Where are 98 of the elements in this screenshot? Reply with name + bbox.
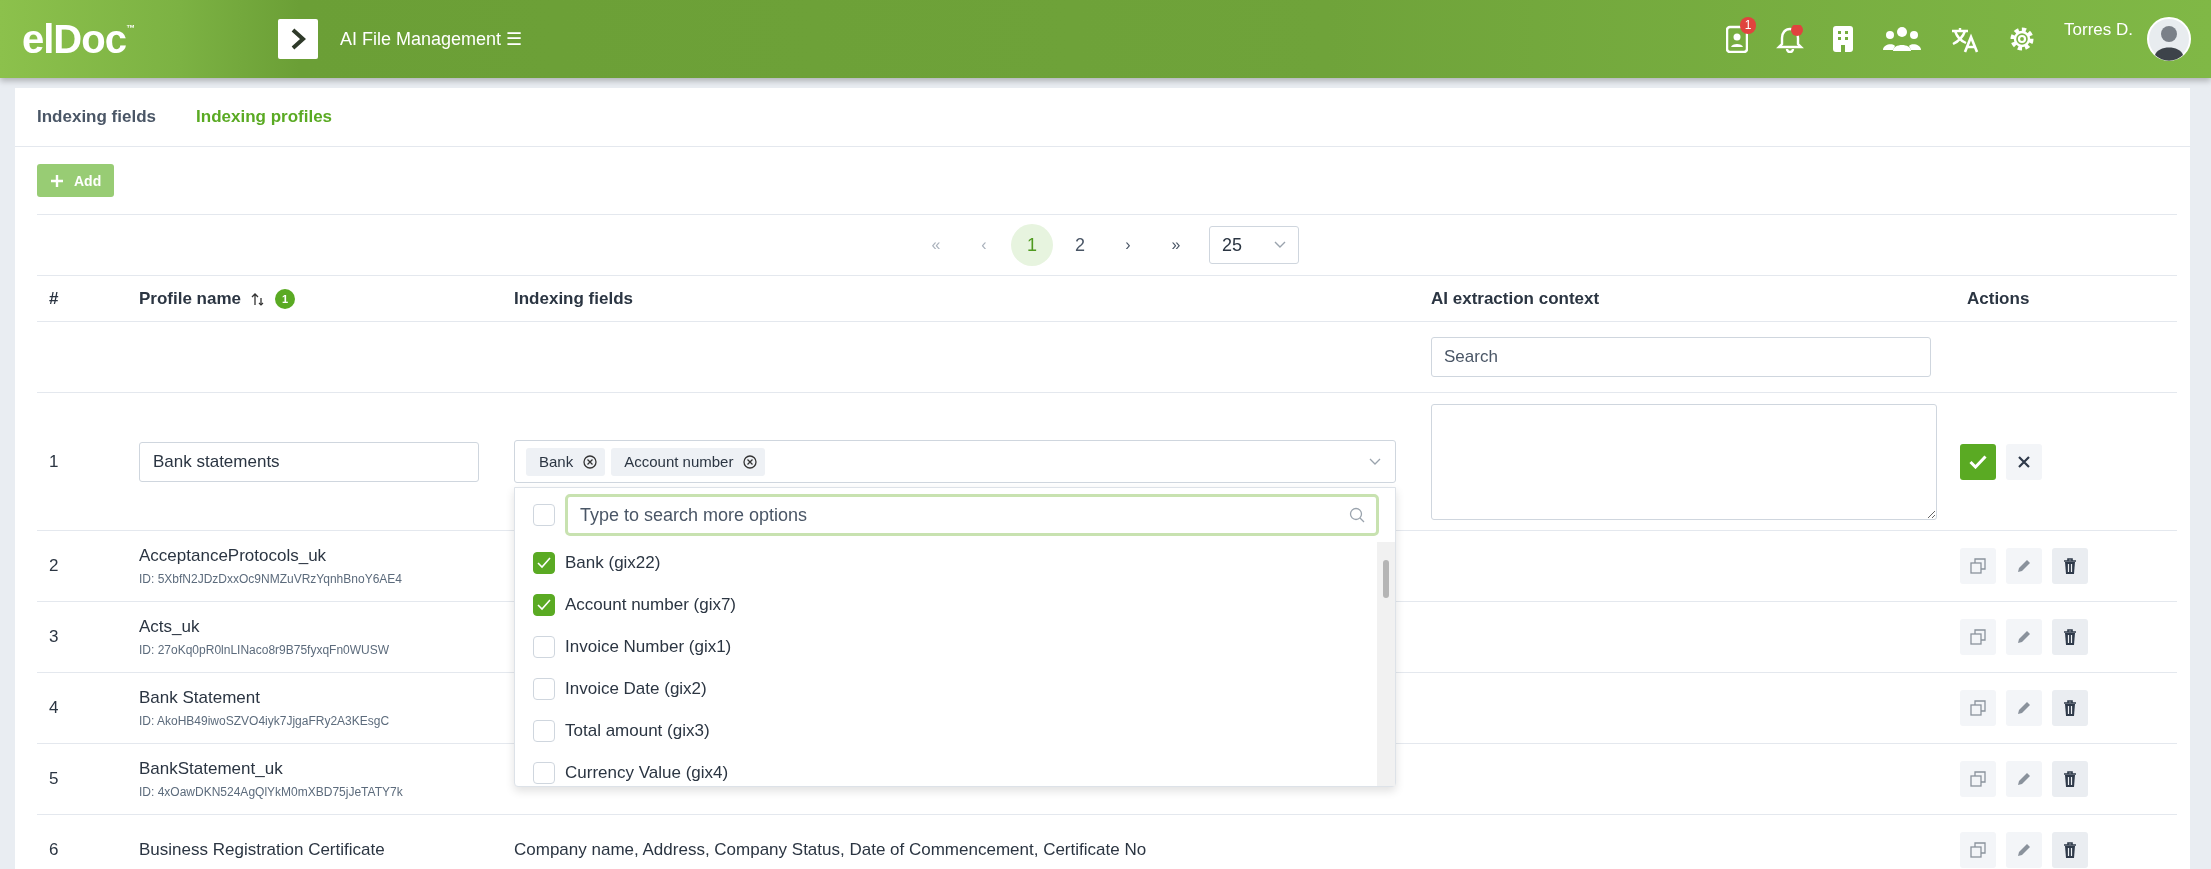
page-size-select[interactable]: 25	[1209, 226, 1299, 264]
confirm-button[interactable]	[1960, 443, 1996, 480]
people-icon[interactable]	[1882, 25, 1923, 53]
row-number: 1	[49, 451, 59, 472]
avatar-icon[interactable]	[2147, 17, 2191, 61]
option-checkbox[interactable]	[533, 678, 555, 700]
copy-icon	[1970, 771, 1986, 787]
option-label[interactable]: Total amount (gix3)	[565, 721, 710, 741]
check-icon	[537, 557, 551, 569]
duplicate-button[interactable]	[1960, 548, 1996, 584]
profile-name: Acts_uk	[139, 617, 200, 637]
edit-button[interactable]	[2006, 548, 2042, 584]
translate-icon[interactable]	[1950, 25, 1981, 53]
sort-icon[interactable]	[251, 291, 266, 306]
column-header[interactable]: Profile name	[139, 288, 242, 309]
profile-name-field[interactable]: Bank statements	[139, 441, 479, 482]
scrollbar[interactable]	[1377, 542, 1395, 786]
next-page-link[interactable]: ›	[1107, 224, 1149, 266]
duplicate-button[interactable]	[1960, 832, 1996, 868]
copy-icon	[1970, 700, 1986, 716]
option-checkbox[interactable]	[533, 552, 555, 574]
trash-icon	[2063, 629, 2077, 645]
option-label[interactable]: Invoice Number (gix1)	[565, 637, 732, 657]
duplicate-button[interactable]	[1960, 619, 1996, 655]
edit-button[interactable]	[2006, 761, 2042, 797]
indexing-fields-text: Company name, Address, Company Status, Date of Commencement, Certificate No	[514, 840, 1147, 860]
select-all-checkbox[interactable]	[533, 504, 555, 526]
tab[interactable]: Indexing fields	[37, 107, 157, 127]
remove-icon[interactable]	[583, 454, 598, 469]
trash-icon	[2063, 558, 2077, 574]
delete-button[interactable]	[2052, 761, 2088, 797]
trash-icon	[2063, 700, 2077, 716]
copy-icon	[1970, 558, 1986, 574]
edit-button[interactable]	[2006, 690, 2042, 726]
sort-order-badge: 1	[275, 288, 296, 309]
sidebar-toggle-button[interactable]	[278, 19, 318, 59]
row-number: 4	[49, 698, 59, 718]
profile-name: Business Registration Certificate	[139, 840, 385, 860]
profile-id: ID: 4xOawDKN524AgQlYkM0mXBD75jJeTATY7k	[139, 785, 403, 799]
row-number: 6	[49, 840, 59, 860]
check-icon	[537, 599, 551, 611]
search-icon	[1349, 507, 1365, 523]
option-label[interactable]: Account number (gix7)	[565, 595, 737, 615]
delete-button[interactable]	[2052, 832, 2088, 868]
row-number: 2	[49, 556, 59, 576]
pencil-icon	[2016, 558, 2032, 574]
profile-name: AcceptanceProtocols_uk	[139, 546, 327, 566]
field-tag: Bank	[526, 447, 606, 476]
copy-icon	[1970, 842, 1986, 858]
option-checkbox[interactable]	[533, 762, 555, 784]
option-checkbox[interactable]	[533, 594, 555, 616]
profile-id: ID: AkoHB49iwoSZVO4iyk7JjgaFRy2A3KEsgC	[139, 714, 390, 728]
trash-icon	[2063, 842, 2077, 858]
edit-button[interactable]	[2006, 619, 2042, 655]
chevron-down-icon	[1274, 241, 1286, 249]
pencil-icon	[2016, 842, 2032, 858]
search-field[interactable]: Search	[1431, 337, 1931, 377]
duplicate-button[interactable]	[1960, 761, 1996, 797]
remove-icon[interactable]	[743, 454, 758, 469]
row-number: 5	[49, 769, 59, 789]
option-checkbox[interactable]	[533, 720, 555, 742]
delete-button[interactable]	[2052, 548, 2088, 584]
option-label[interactable]: Currency Value (gix4)	[565, 763, 729, 783]
delete-button[interactable]	[2052, 619, 2088, 655]
trash-icon	[2063, 771, 2077, 787]
column-header: AI extraction context	[1431, 288, 1600, 309]
row-number: 3	[49, 627, 59, 647]
option-search-field[interactable]: Type to search more options	[565, 494, 1379, 536]
option-label[interactable]: Bank (gix22)	[565, 553, 661, 573]
bell-icon[interactable]	[1776, 25, 1805, 53]
cancel-button[interactable]	[2006, 443, 2042, 480]
copy-icon	[1970, 629, 1986, 645]
indexing-fields-select[interactable]: Bank Account number	[514, 440, 1396, 483]
profile-name: BankStatement_uk	[139, 759, 283, 779]
notification-badge: 1	[1740, 17, 1757, 34]
option-checkbox[interactable]	[533, 636, 555, 658]
option-label[interactable]: Invoice Date (gix2)	[565, 679, 707, 699]
context-field[interactable]	[1431, 403, 1937, 520]
chevron-down-icon	[1369, 457, 1381, 466]
building-icon[interactable]	[1832, 25, 1855, 53]
close-icon	[2017, 454, 2031, 469]
column-header: #	[49, 288, 59, 309]
duplicate-button[interactable]	[1960, 690, 1996, 726]
last-page-link[interactable]: »	[1155, 224, 1197, 266]
pencil-icon	[2016, 700, 2032, 716]
pencil-icon	[2016, 771, 2032, 787]
profile-name: Bank Statement	[139, 688, 260, 708]
column-header: Actions	[1967, 288, 2030, 309]
delete-button[interactable]	[2052, 690, 2088, 726]
page-link[interactable]: 2	[1059, 224, 1101, 266]
pencil-icon	[2016, 629, 2032, 645]
profile-id: ID: 5XbfN2JDzDxxOc9NMZuVRzYqnhBnoY6AE4	[139, 572, 402, 586]
plus-icon	[50, 173, 64, 188]
check-icon	[1969, 454, 1987, 469]
field-tag: Account number	[611, 447, 766, 476]
edit-button[interactable]	[2006, 832, 2042, 868]
column-header: Indexing fields	[514, 288, 634, 309]
profile-id: ID: 27oKq0pR0lnLINaco8r9B75fyxqFn0WUSW	[139, 643, 390, 657]
